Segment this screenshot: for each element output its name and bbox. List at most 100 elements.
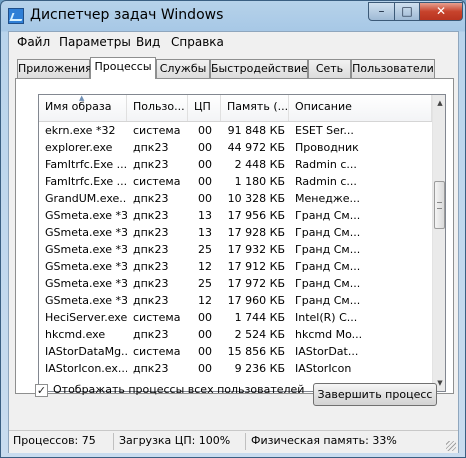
table-row[interactable]: GrandUM.exe... дпк23 00 10 328 КБ Менедже... <box>39 190 432 207</box>
cell-cpu: 00 <box>198 192 212 205</box>
cell-user: дпк23 <box>133 243 169 256</box>
cell-cpu: 00 <box>198 158 212 171</box>
process-list[interactable]: ▲ Имя образа Пользо... ЦП Память (... Оп… <box>38 94 446 392</box>
close-button[interactable]: ✕ <box>419 2 463 21</box>
cell-description: Radmin c... <box>295 175 357 188</box>
cell-memory: 10 328 КБ <box>227 192 285 205</box>
scroll-up-icon[interactable]: ▲ <box>433 95 445 111</box>
column-description[interactable]: Описание <box>289 95 432 121</box>
column-user[interactable]: Пользо... <box>127 95 188 121</box>
cell-memory: 17 928 КБ <box>227 226 285 239</box>
table-row[interactable]: GSmeta.exe *32 дпк23 25 17 932 КБ Гранд См..… <box>39 241 432 258</box>
cell-user: дпк23 <box>133 158 169 171</box>
size-grip-icon[interactable] <box>446 441 456 451</box>
process-list-header: ▲ Имя образа Пользо... ЦП Память (... Оп… <box>39 95 432 122</box>
cell-cpu: 12 <box>198 260 212 273</box>
cell-image-name: GSmeta.exe *32 <box>45 260 127 273</box>
table-row[interactable]: IAStorIcon.ex... дпк23 00 9 236 КБ IAStorIco… <box>39 360 432 377</box>
column-cpu[interactable]: ЦП <box>188 95 221 121</box>
end-process-button[interactable]: Завершить процесс <box>313 383 437 406</box>
processes-panel: ▲ Имя образа Пользо... ЦП Память (... Оп… <box>15 78 454 394</box>
menu-options[interactable]: Параметры <box>59 35 131 49</box>
close-icon: ✕ <box>435 4 447 18</box>
cell-image-name: FamItrfc.Exe ... <box>45 158 127 171</box>
cell-cpu: 00 <box>198 362 212 375</box>
table-row[interactable]: FamItrfc.Exe ... дпк23 00 2 448 КБ Radmin c.… <box>39 156 432 173</box>
cell-image-name: GSmeta.exe *32 <box>45 294 127 307</box>
menu-view[interactable]: Вид <box>136 35 160 49</box>
cell-memory: 17 912 КБ <box>227 260 285 273</box>
cell-user: дпк23 <box>133 260 169 273</box>
table-row[interactable]: hkcmd.exe дпк23 00 2 524 КБ hkcmd Mo... <box>39 326 432 343</box>
cell-user: дпк23 <box>133 328 169 341</box>
cell-description: Менедже... <box>295 192 360 205</box>
cell-user: дпк23 <box>133 362 169 375</box>
table-row[interactable]: FamItrfc.Exe ... система 00 1 180 КБ Radmin … <box>39 173 432 190</box>
status-memory: Физическая память: 33% <box>251 434 397 447</box>
cell-cpu: 00 <box>198 175 212 188</box>
cell-user: дпк23 <box>133 192 169 205</box>
title-bar[interactable]: Диспетчер задач Windows – □ ✕ <box>1 1 465 31</box>
column-image-name[interactable]: ▲ Имя образа <box>39 95 127 121</box>
minimize-icon: – <box>378 4 385 18</box>
tab-services[interactable]: Службы <box>156 59 210 78</box>
cell-memory: 1 744 КБ <box>234 311 285 324</box>
vertical-scrollbar[interactable]: ▲ ▼ <box>432 95 445 391</box>
table-row[interactable]: ekrn.exe *32 система 00 91 848 КБ ESET Ser..… <box>39 122 432 139</box>
cell-image-name: GrandUM.exe... <box>45 192 127 205</box>
cell-description: Гранд См... <box>295 260 361 273</box>
status-cpu: Загрузка ЦП: 100% <box>119 434 231 447</box>
cell-image-name: IAStorIcon.ex... <box>45 362 127 375</box>
cell-user: дпк23 <box>133 209 169 222</box>
cell-memory: 17 972 КБ <box>227 277 285 290</box>
client-area: Файл Параметры Вид Справка Приложения Пр… <box>8 31 459 453</box>
cell-image-name: hkcmd.exe <box>45 328 106 341</box>
cell-image-name: HeciServer.exe <box>45 311 127 324</box>
tab-processes[interactable]: Процессы <box>90 57 156 79</box>
menu-file[interactable]: Файл <box>17 35 50 49</box>
cell-user: дпк23 <box>133 294 169 307</box>
table-row[interactable]: GSmeta.exe *32 дпк23 25 17 972 КБ Гранд См..… <box>39 275 432 292</box>
tab-applications[interactable]: Приложения <box>17 59 92 78</box>
cell-cpu: 25 <box>198 243 212 256</box>
cell-image-name: GSmeta.exe *32 <box>45 209 127 222</box>
cell-description: Intel(R) C... <box>295 311 358 324</box>
table-row[interactable]: GSmeta.exe *32 дпк23 13 17 928 КБ Гранд См..… <box>39 224 432 241</box>
table-row[interactable]: GSmeta.exe *32 дпк23 13 17 956 КБ Гранд См..… <box>39 207 432 224</box>
taskmgr-app-icon <box>8 8 24 24</box>
cell-user: система <box>133 124 181 137</box>
show-all-users-checkbox[interactable]: ✓ <box>35 384 48 397</box>
cell-cpu: 00 <box>198 124 212 137</box>
sort-ascending-icon: ▲ <box>79 95 85 102</box>
cell-memory: 17 956 КБ <box>227 209 285 222</box>
task-manager-window: Диспетчер задач Windows – □ ✕ Файл Парам… <box>0 0 466 458</box>
cell-description: Гранд См... <box>295 243 361 256</box>
table-row[interactable]: GSmeta.exe *32 дпк23 12 17 960 КБ Гранд См..… <box>39 292 432 309</box>
column-memory[interactable]: Память (... <box>221 95 289 121</box>
cell-memory: 1 180 КБ <box>234 175 285 188</box>
window-title: Диспетчер задач Windows <box>30 7 224 23</box>
tab-network[interactable]: Сеть <box>308 59 351 78</box>
cell-user: дпк23 <box>133 226 169 239</box>
status-bar: Процессов: 75 Загрузка ЦП: 100% Физическ… <box>9 430 458 453</box>
status-processes: Процессов: 75 <box>13 434 96 447</box>
minimize-button[interactable]: – <box>368 2 395 21</box>
table-row[interactable]: IAStorDataMg... система 00 15 856 КБ IAStorD… <box>39 343 432 360</box>
menu-help[interactable]: Справка <box>171 35 224 49</box>
show-all-users-label[interactable]: Отображать процессы всех пользователей <box>53 383 304 396</box>
maximize-button[interactable]: □ <box>394 2 420 21</box>
table-row[interactable]: explorer.exe дпк23 00 44 972 КБ Проводник <box>39 139 432 156</box>
cell-memory: 15 856 КБ <box>227 345 285 358</box>
tab-users[interactable]: Пользователи <box>351 59 435 78</box>
table-row[interactable]: GSmeta.exe *32 дпк23 12 17 912 КБ Гранд См..… <box>39 258 432 275</box>
table-row[interactable]: HeciServer.exe система 00 1 744 КБ Intel(R) … <box>39 309 432 326</box>
cell-user: дпк23 <box>133 141 169 154</box>
cell-cpu: 13 <box>198 209 212 222</box>
maximize-icon: □ <box>401 4 413 18</box>
cell-memory: 2 448 КБ <box>234 158 285 171</box>
tab-performance[interactable]: Быстродействие <box>210 59 308 78</box>
cell-description: Radmin c... <box>295 158 357 171</box>
scroll-thumb[interactable] <box>434 181 445 229</box>
cell-image-name: GSmeta.exe *32 <box>45 277 127 290</box>
menu-bar: Файл Параметры Вид Справка <box>9 32 458 52</box>
